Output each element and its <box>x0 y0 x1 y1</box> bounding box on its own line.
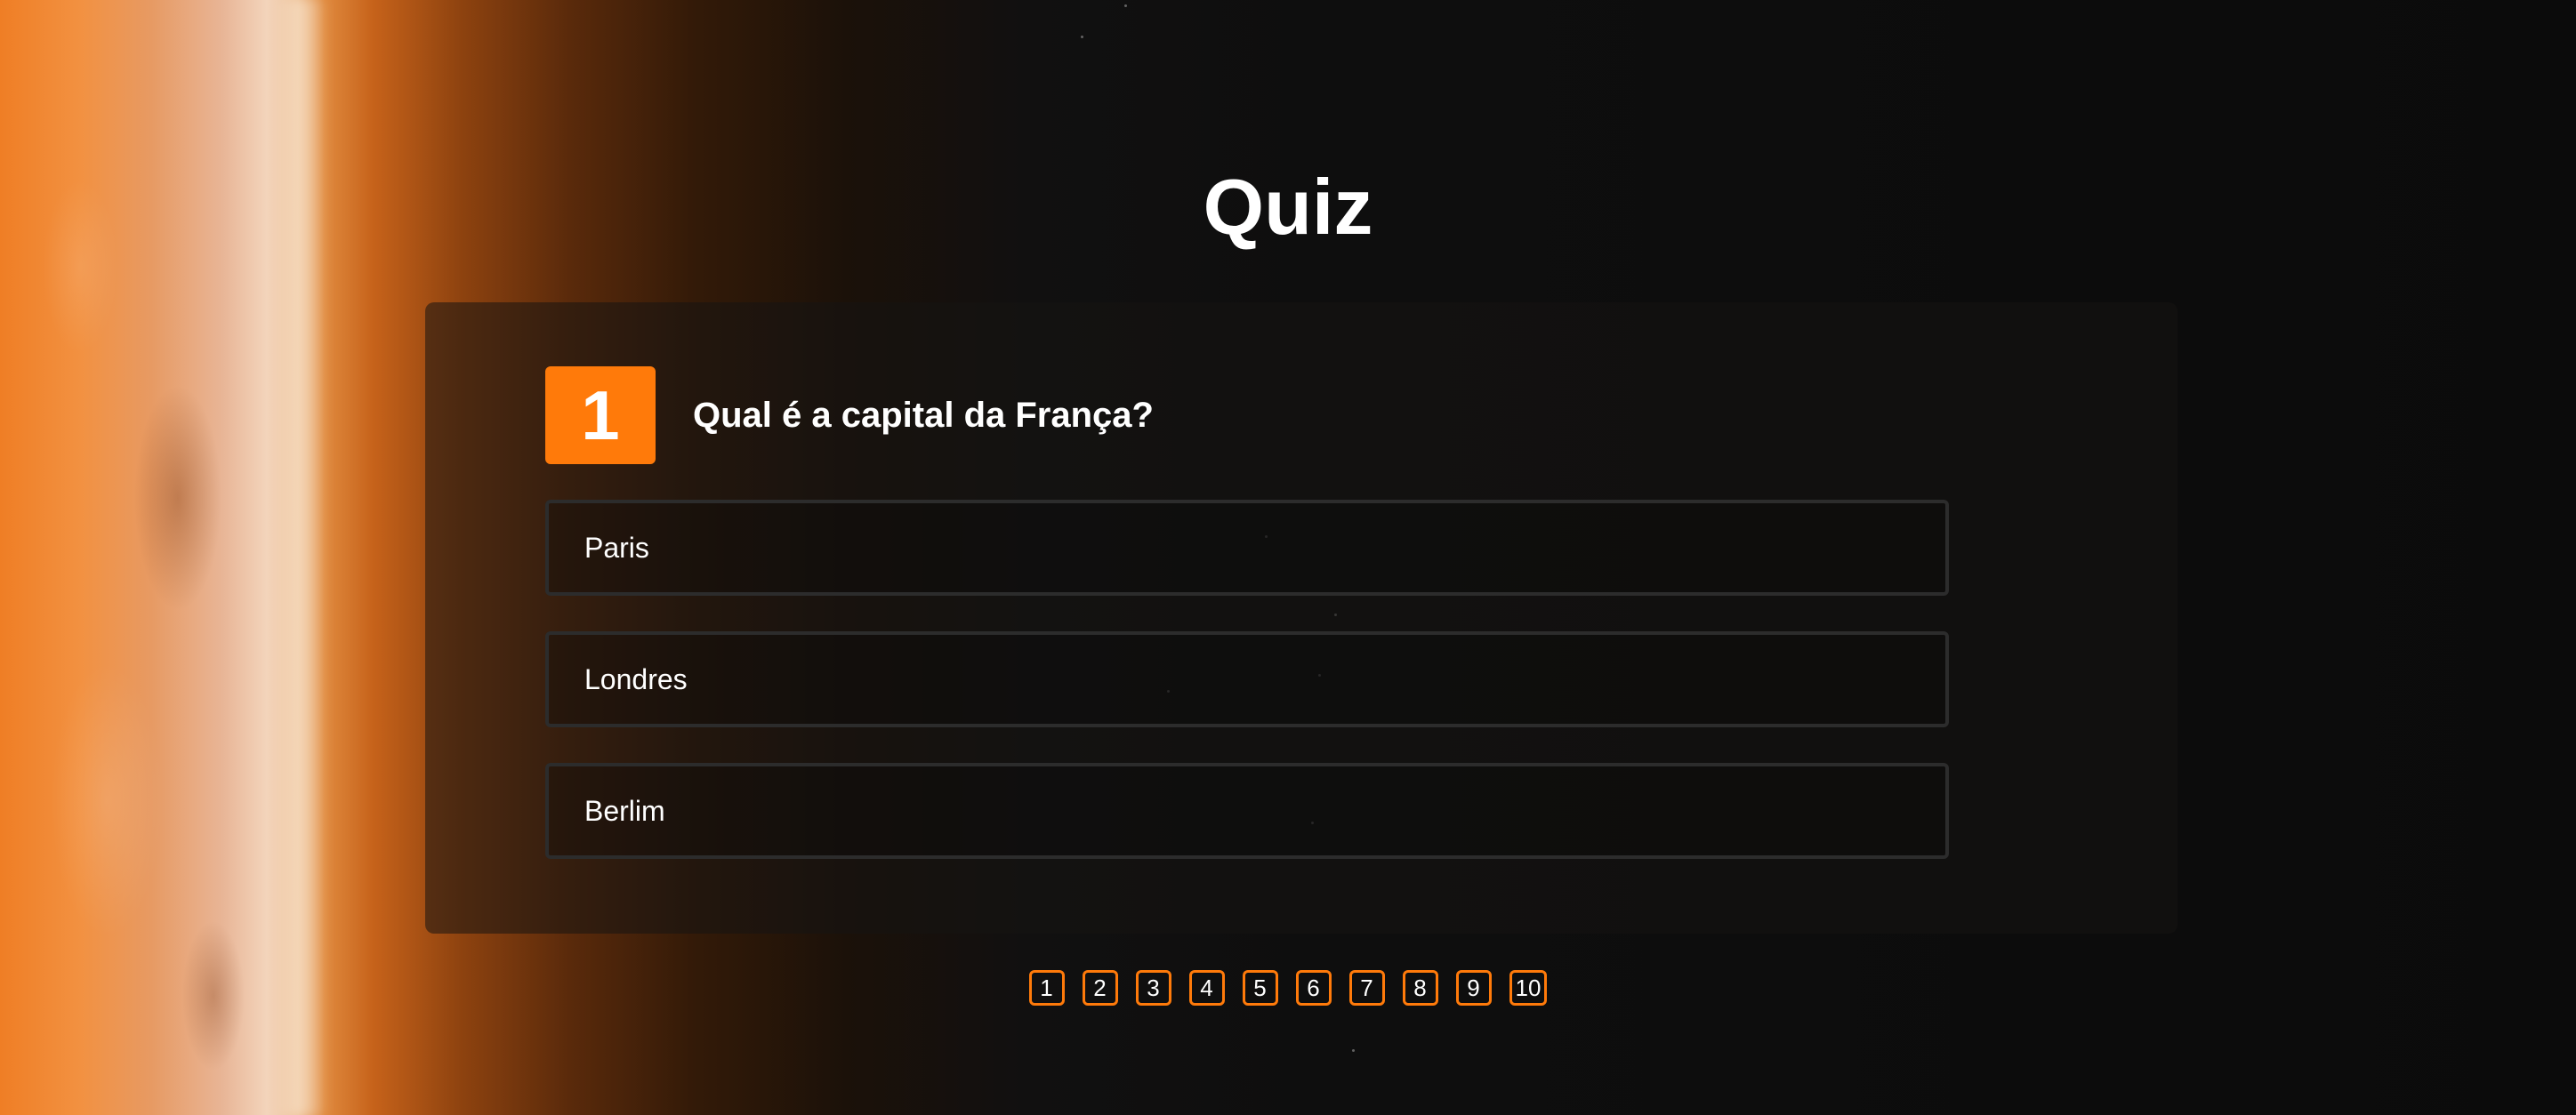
page-button-4[interactable]: 4 <box>1188 970 1225 1006</box>
answer-option-label: Paris <box>584 531 649 564</box>
star <box>1352 1049 1355 1052</box>
question-number-badge: 1 <box>545 366 656 464</box>
question-pagination: 1 2 3 4 5 6 7 8 9 10 <box>0 970 2576 1006</box>
answer-option-label: Berlim <box>584 794 665 827</box>
answer-options: Paris Londres Berlim <box>545 500 1949 894</box>
answer-option-label: Londres <box>584 662 688 695</box>
page-button-6[interactable]: 6 <box>1295 970 1332 1006</box>
question-header: 1 Qual é a capital da França? <box>545 366 1154 464</box>
page-title: Quiz <box>1203 163 1373 251</box>
answer-option[interactable]: Paris <box>545 500 1949 596</box>
quiz-card: 1 Qual é a capital da França? Paris Lond… <box>425 302 2178 934</box>
page-button-9[interactable]: 9 <box>1455 970 1492 1006</box>
page-button-2[interactable]: 2 <box>1082 970 1118 1006</box>
star <box>1081 36 1083 38</box>
page-button-8[interactable]: 8 <box>1402 970 1438 1006</box>
page-button-1[interactable]: 1 <box>1028 970 1065 1006</box>
page-button-7[interactable]: 7 <box>1348 970 1385 1006</box>
page-button-3[interactable]: 3 <box>1135 970 1171 1006</box>
star <box>1124 4 1127 7</box>
answer-option[interactable]: Berlim <box>545 763 1949 859</box>
page-button-5[interactable]: 5 <box>1242 970 1278 1006</box>
question-text: Qual é a capital da França? <box>693 395 1154 435</box>
answer-option[interactable]: Londres <box>545 631 1949 727</box>
page-button-10[interactable]: 10 <box>1509 970 1548 1006</box>
